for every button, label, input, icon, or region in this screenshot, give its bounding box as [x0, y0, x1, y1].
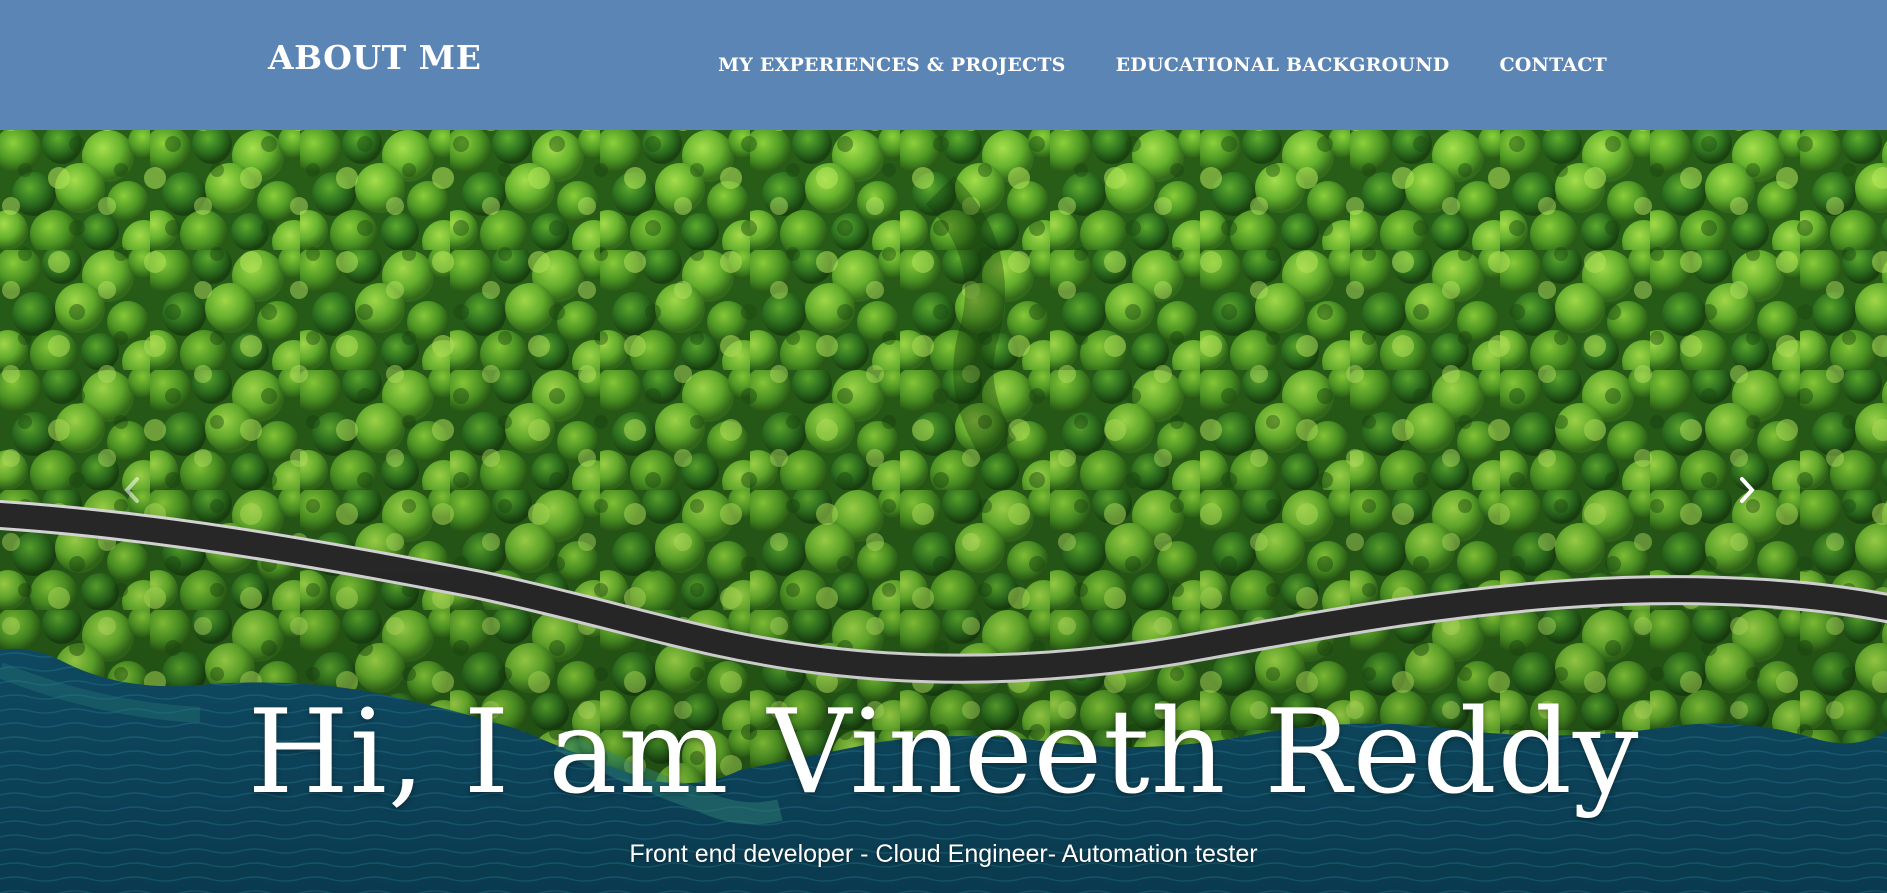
nav-link-experiences-projects[interactable]: MY EXPERIENCES & PROJECTS — [718, 54, 1066, 76]
carousel-next-button[interactable] — [1717, 460, 1777, 520]
chevron-left-icon — [124, 477, 139, 503]
navbar: ABOUT ME MY EXPERIENCES & PROJECTS EDUCA… — [0, 0, 1887, 130]
hero-carousel: Hi, I am Vineeth Reddy Front end develop… — [0, 130, 1887, 893]
chevron-right-icon — [1740, 477, 1755, 503]
nav-link-educational-background[interactable]: EDUCATIONAL BACKGROUND — [1116, 54, 1450, 76]
brand-link[interactable]: ABOUT ME — [268, 38, 481, 77]
hero-subtitle: Front end developer - Cloud Engineer- Au… — [629, 840, 1258, 868]
hero-title: Hi, I am Vineeth Reddy — [247, 685, 1640, 820]
nav-links: MY EXPERIENCES & PROJECTS EDUCATIONAL BA… — [718, 0, 1607, 130]
carousel-prev-button[interactable] — [102, 460, 162, 520]
nav-link-contact[interactable]: CONTACT — [1499, 54, 1607, 76]
